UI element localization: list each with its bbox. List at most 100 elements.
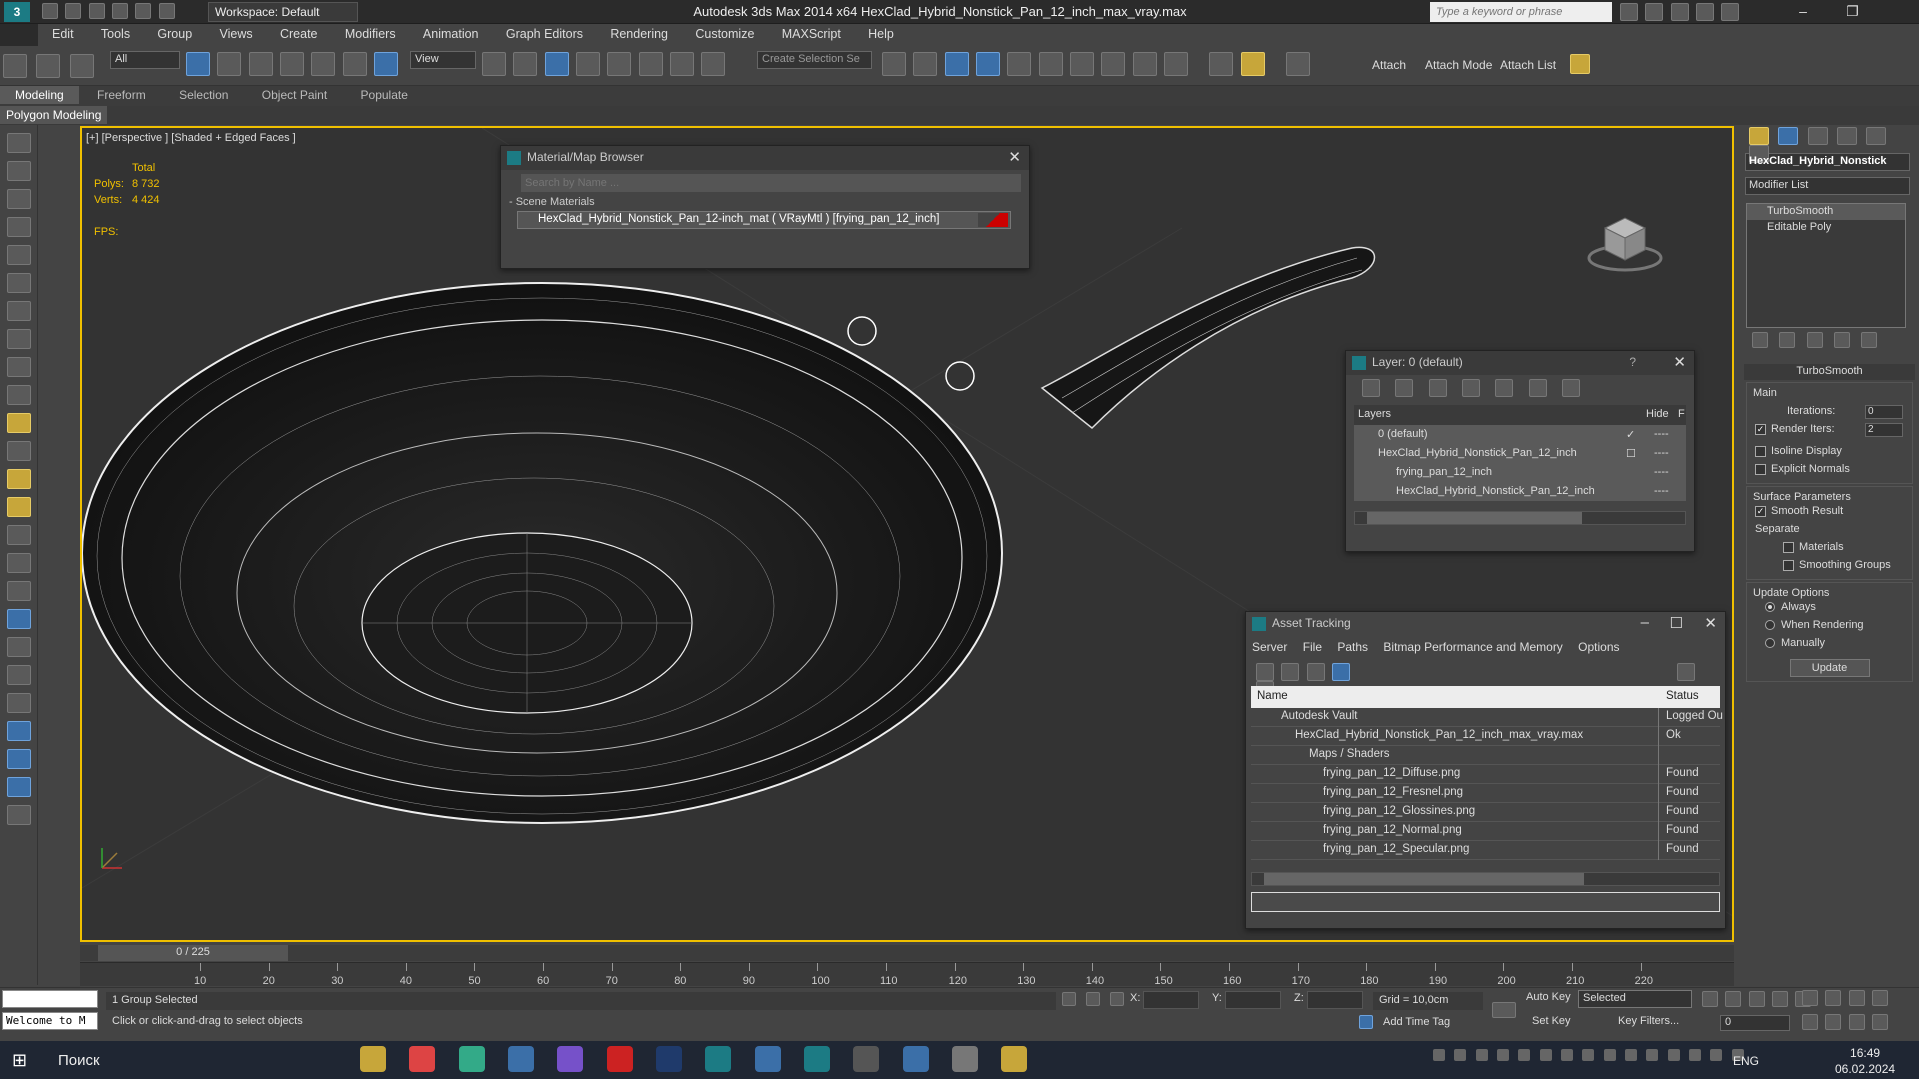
play-icon[interactable] (1748, 991, 1765, 1007)
hide-toggle[interactable]: ---- (1654, 485, 1669, 497)
opera-icon[interactable] (606, 1046, 633, 1072)
schematic-view-icon[interactable] (1038, 52, 1063, 76)
exchange-icon[interactable] (1670, 3, 1689, 21)
rectangular-selection-icon[interactable] (248, 52, 273, 76)
smoothing-groups-checkbox[interactable] (1783, 560, 1794, 571)
active-layer-check[interactable]: ✓ (1626, 428, 1635, 441)
stack-item-turbosmooth[interactable]: TurboSmooth (1747, 204, 1905, 220)
stack-item-editable-poly[interactable]: Editable Poly (1747, 220, 1905, 236)
move-icon[interactable] (311, 52, 336, 76)
window-icon[interactable] (952, 1046, 979, 1072)
freeze-all-icon[interactable] (1562, 379, 1581, 397)
tray-icon[interactable] (1475, 1048, 1488, 1061)
cone-icon[interactable] (7, 441, 31, 461)
tab-freeform[interactable]: Freeform (82, 86, 161, 104)
viewcube[interactable] (1587, 217, 1663, 272)
menu-rendering[interactable]: Rendering (598, 24, 680, 44)
material-item[interactable]: HexClad_Hybrid_Nonstick_Pan_12-inch_mat … (517, 211, 1011, 229)
y-coordinate-field[interactable] (1225, 991, 1281, 1009)
search-input[interactable] (1430, 2, 1612, 22)
minimize-icon[interactable]: – (1641, 614, 1649, 631)
3dsmax-icon[interactable] (705, 1046, 732, 1072)
scene-icon[interactable] (7, 777, 31, 797)
photoshop-icon[interactable] (656, 1046, 683, 1072)
table-row[interactable]: frying_pan_12_Normal.png Found (1251, 822, 1720, 841)
unlink-icon[interactable] (36, 54, 61, 78)
col-name[interactable]: Name (1257, 690, 1288, 702)
render-icon[interactable] (7, 749, 31, 769)
time-slider-thumb[interactable]: 0 / 225 (98, 945, 288, 961)
current-frame-field[interactable]: 0 (1720, 1015, 1790, 1031)
archive-icon[interactable] (1001, 1046, 1028, 1072)
tab-selection[interactable]: Selection (164, 86, 243, 104)
hide-all-icon[interactable] (1528, 379, 1547, 397)
table-row[interactable]: Maps / Shaders (1251, 746, 1720, 765)
auto-key-button[interactable]: Auto Key (1526, 991, 1571, 1003)
add-time-tag-button[interactable]: Add Time Tag (1383, 1016, 1450, 1028)
project-folder-icon[interactable] (158, 3, 175, 19)
turbosmooth-rollout-header[interactable]: TurboSmooth (1744, 364, 1915, 380)
highlight-layer-icon[interactable] (1495, 379, 1514, 397)
key-icon[interactable] (1645, 3, 1664, 21)
ribbon-toggle-icon[interactable] (976, 52, 1001, 76)
create-layer-icon[interactable] (1362, 379, 1380, 397)
render-setup-icon[interactable] (1101, 52, 1126, 76)
col-layers[interactable]: Layers (1358, 408, 1391, 420)
table-row[interactable]: frying_pan_12_Glossines.png Found (1251, 803, 1720, 822)
create-tab-icon[interactable] (1749, 127, 1769, 145)
layer-row[interactable]: frying_pan_12_inch ---- (1354, 463, 1686, 482)
iterations-spinner[interactable]: 0 (1865, 405, 1903, 419)
table-row[interactable]: frying_pan_12_Diffuse.png Found (1251, 765, 1720, 784)
menu-animation[interactable]: Animation (411, 24, 491, 44)
notepad-icon[interactable] (902, 1046, 929, 1072)
trash-icon[interactable] (7, 805, 31, 825)
scroll-thumb[interactable] (1264, 873, 1584, 885)
rendered-frame-window-icon[interactable] (1132, 52, 1157, 76)
table-row[interactable]: frying_pan_12_Specular.png Found (1251, 841, 1720, 860)
col-status[interactable]: Status (1666, 690, 1699, 702)
next-frame-icon[interactable] (1772, 991, 1789, 1007)
material-browser-titlebar[interactable]: Material/Map Browser ✕ (501, 146, 1029, 170)
configure-sets-icon[interactable] (1861, 332, 1878, 348)
light-icon[interactable] (7, 245, 31, 265)
tray-icon[interactable] (1646, 1048, 1659, 1061)
workspace-dropdown[interactable]: Workspace: Default (208, 2, 358, 22)
list-view-icon[interactable] (1281, 663, 1300, 681)
menu-views[interactable]: Views (208, 24, 265, 44)
go-to-start-icon[interactable] (1702, 991, 1718, 1007)
motion-tab-icon[interactable] (1837, 127, 1858, 145)
zoom-extents-icon[interactable] (1848, 990, 1865, 1006)
remove-modifier-icon[interactable] (1834, 332, 1851, 348)
file-explorer-icon[interactable] (360, 1046, 386, 1072)
selection-filter-dropdown[interactable]: All (110, 51, 180, 69)
undo-icon[interactable] (112, 3, 129, 19)
render-iters-checkbox[interactable]: ✓ (1755, 424, 1766, 435)
star-icon[interactable] (1696, 3, 1715, 21)
add-to-layer-icon[interactable] (1428, 379, 1447, 397)
table-row[interactable]: frying_pan_12_Fresnel.png Found (1251, 784, 1720, 803)
menu-create[interactable]: Create (268, 24, 330, 44)
key-mode-icon[interactable] (1492, 1002, 1516, 1018)
select-object-icon[interactable] (186, 52, 210, 76)
menu-group[interactable]: Group (145, 24, 204, 44)
stack-icon[interactable] (1570, 54, 1590, 74)
curve-editor-icon[interactable] (1007, 52, 1032, 76)
tab-modeling[interactable]: Modeling (0, 86, 79, 104)
keyboard-shortcut-icon[interactable] (544, 52, 569, 76)
asset-scrollbar[interactable] (1251, 872, 1720, 886)
col-f[interactable]: F (1678, 408, 1685, 420)
menu-server[interactable]: Server (1252, 640, 1287, 654)
tree-view-icon[interactable] (1306, 663, 1325, 681)
spacewarp-icon[interactable] (7, 329, 31, 349)
orbit-icon[interactable] (1848, 1014, 1865, 1030)
character-icon[interactable] (7, 693, 31, 713)
pivot-center-icon[interactable] (482, 52, 506, 76)
angle-snap-icon[interactable] (607, 52, 632, 76)
zoom-all-icon[interactable] (1825, 990, 1842, 1006)
tray-icon[interactable] (1667, 1048, 1680, 1061)
z-coordinate-field[interactable] (1307, 991, 1363, 1009)
help-icon[interactable] (1677, 663, 1696, 681)
select-objects-icon[interactable] (1462, 379, 1481, 397)
update-button[interactable]: Update (1789, 659, 1870, 677)
scroll-thumb[interactable] (1367, 512, 1582, 524)
